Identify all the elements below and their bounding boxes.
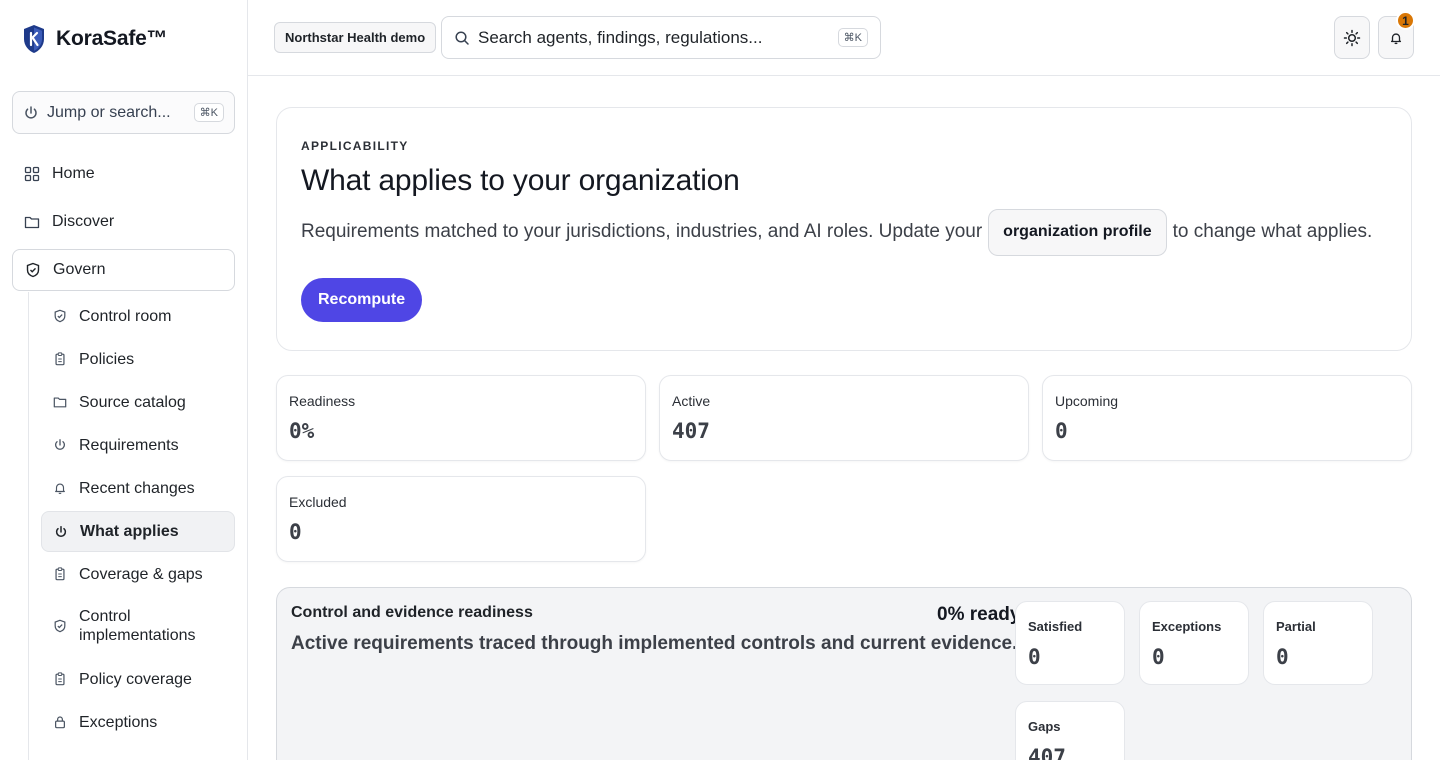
sidebar-item-label: Requirements xyxy=(79,436,179,454)
stat-label: Upcoming xyxy=(1055,393,1119,409)
sidebar-item-label: Control implementations xyxy=(79,608,196,644)
metric-label: Exceptions xyxy=(1152,619,1222,634)
metric-value: 0 xyxy=(1028,645,1041,669)
topbar: Northstar Health demo Search agents, fin… xyxy=(248,0,1440,76)
metric-card-partial: Partial 0 xyxy=(1263,601,1373,685)
readiness-title: Control and evidence readiness xyxy=(291,604,533,621)
metric-label: Partial xyxy=(1276,619,1316,634)
sidebar-item-label: Exceptions xyxy=(79,713,158,731)
lock-icon xyxy=(55,716,65,729)
sidebar-item-recent-changes[interactable]: Recent changes xyxy=(41,468,235,508)
metric-card-gaps: Gaps 407 xyxy=(1015,701,1125,760)
applicability-panel: APPLICABILITY What applies to your organ… xyxy=(276,107,1412,351)
shield-icon xyxy=(54,309,66,323)
power-icon xyxy=(25,105,37,119)
shield-icon xyxy=(26,262,40,278)
sidebar-item-label: Recent changes xyxy=(79,479,195,497)
clipboard-icon xyxy=(55,352,65,366)
nav-govern-label: Govern xyxy=(53,261,106,278)
power-icon xyxy=(54,439,66,450)
brand-name: KoraSafe™ xyxy=(56,27,168,50)
sidebar-item-label: Policy coverage xyxy=(79,670,192,688)
stat-label: Readiness xyxy=(289,393,356,409)
sidebar-item-requirements[interactable]: Requirements xyxy=(41,425,235,465)
jump-search-placeholder: Jump or search... xyxy=(47,103,171,121)
organization-profile-link[interactable]: organization profile xyxy=(988,208,1167,256)
stat-value: 0 xyxy=(289,520,302,544)
page-description: Requirements matched to your jurisdictio… xyxy=(301,208,1372,256)
readiness-percent: 0% ready xyxy=(937,604,1021,625)
stat-card-readiness: Readiness 0% xyxy=(276,375,646,461)
stat-card-active: Active 407 xyxy=(659,375,1029,461)
shield-icon xyxy=(54,619,66,633)
nav-home-label: Home xyxy=(52,165,95,182)
subnav-guide-line xyxy=(28,292,29,760)
nav-home[interactable]: Home xyxy=(12,153,235,195)
folder-icon xyxy=(53,397,67,408)
metric-value: 0 xyxy=(1276,645,1289,669)
sidebar-item-label: Policies xyxy=(79,350,135,368)
search-icon xyxy=(455,30,469,45)
metric-card-exceptions: Exceptions 0 xyxy=(1139,601,1249,685)
sidebar-item-control-implementations[interactable]: Control implementations xyxy=(41,603,235,649)
folder-icon xyxy=(24,216,40,229)
global-search[interactable]: Search agents, findings, regulations... … xyxy=(441,16,881,59)
bell-icon xyxy=(1390,32,1402,44)
brand[interactable]: KoraSafe™ xyxy=(22,24,168,54)
stat-value: 407 xyxy=(672,419,710,443)
jump-search[interactable]: Jump or search... ⌘K xyxy=(12,91,235,134)
bell-icon xyxy=(55,483,65,495)
page-title: What applies to your organization xyxy=(301,164,740,197)
sidebar-item-policy-coverage[interactable]: Policy coverage xyxy=(41,659,235,699)
description-text: Requirements matched to your jurisdictio… xyxy=(301,221,983,242)
notification-count-badge: 1 xyxy=(1396,11,1415,30)
nav-govern[interactable]: Govern xyxy=(12,249,235,291)
sidebar-item-label: What applies xyxy=(80,523,179,540)
clipboard-icon xyxy=(55,567,65,581)
sidebar-item-control-room[interactable]: Control room xyxy=(41,296,235,336)
stat-value: 0% xyxy=(289,419,315,443)
stat-value: 0 xyxy=(1055,419,1068,443)
stat-card-excluded: Excluded 0 xyxy=(276,476,646,562)
sun-icon xyxy=(1343,29,1361,46)
jump-shortcut: ⌘K xyxy=(193,103,224,122)
nav-discover[interactable]: Discover xyxy=(12,201,235,243)
power-icon xyxy=(55,525,67,537)
search-shortcut: ⌘K xyxy=(837,28,868,47)
control-evidence-readiness-panel: Control and evidence readiness Active re… xyxy=(276,587,1412,760)
eyebrow-label: APPLICABILITY xyxy=(301,139,409,153)
global-search-placeholder: Search agents, findings, regulations... xyxy=(478,27,763,47)
metric-value: 0 xyxy=(1152,645,1165,669)
shield-k-logo-icon xyxy=(24,25,44,53)
description-text-end: to change what applies. xyxy=(1172,221,1373,242)
sidebar-item-coverage-gaps[interactable]: Coverage & gaps xyxy=(41,554,235,594)
recompute-button[interactable]: Recompute xyxy=(301,278,423,322)
theme-toggle-button[interactable] xyxy=(1334,16,1370,59)
sidebar-item-exceptions[interactable]: Exceptions xyxy=(41,702,235,742)
notifications-button[interactable]: 1 xyxy=(1378,11,1415,59)
sidebar-item-policies[interactable]: Policies xyxy=(41,339,235,379)
sidebar-item-source-catalog[interactable]: Source catalog xyxy=(41,382,235,422)
org-switcher[interactable]: Northstar Health demo xyxy=(274,22,437,53)
sidebar-item-label: Source catalog xyxy=(79,393,186,411)
sidebar-item-label: Control room xyxy=(79,307,172,325)
clipboard-icon xyxy=(55,672,65,686)
stat-label: Excluded xyxy=(289,494,347,510)
sidebar: KoraSafe™ Jump or search... ⌘K Home Disc… xyxy=(0,0,248,760)
sidebar-item-what-applies[interactable]: What applies xyxy=(41,511,235,552)
sidebar-item-label: Coverage & gaps xyxy=(79,565,203,583)
metric-label: Gaps xyxy=(1028,719,1061,734)
metric-card-satisfied: Satisfied 0 xyxy=(1015,601,1125,685)
readiness-subtitle: Active requirements traced through imple… xyxy=(291,633,1018,654)
metric-value: 407 xyxy=(1028,745,1066,760)
stat-card-upcoming: Upcoming 0 xyxy=(1042,375,1412,461)
metric-label: Satisfied xyxy=(1028,619,1083,634)
stat-label: Active xyxy=(672,393,711,409)
nav-discover-label: Discover xyxy=(52,213,115,230)
grid-icon xyxy=(24,166,40,182)
